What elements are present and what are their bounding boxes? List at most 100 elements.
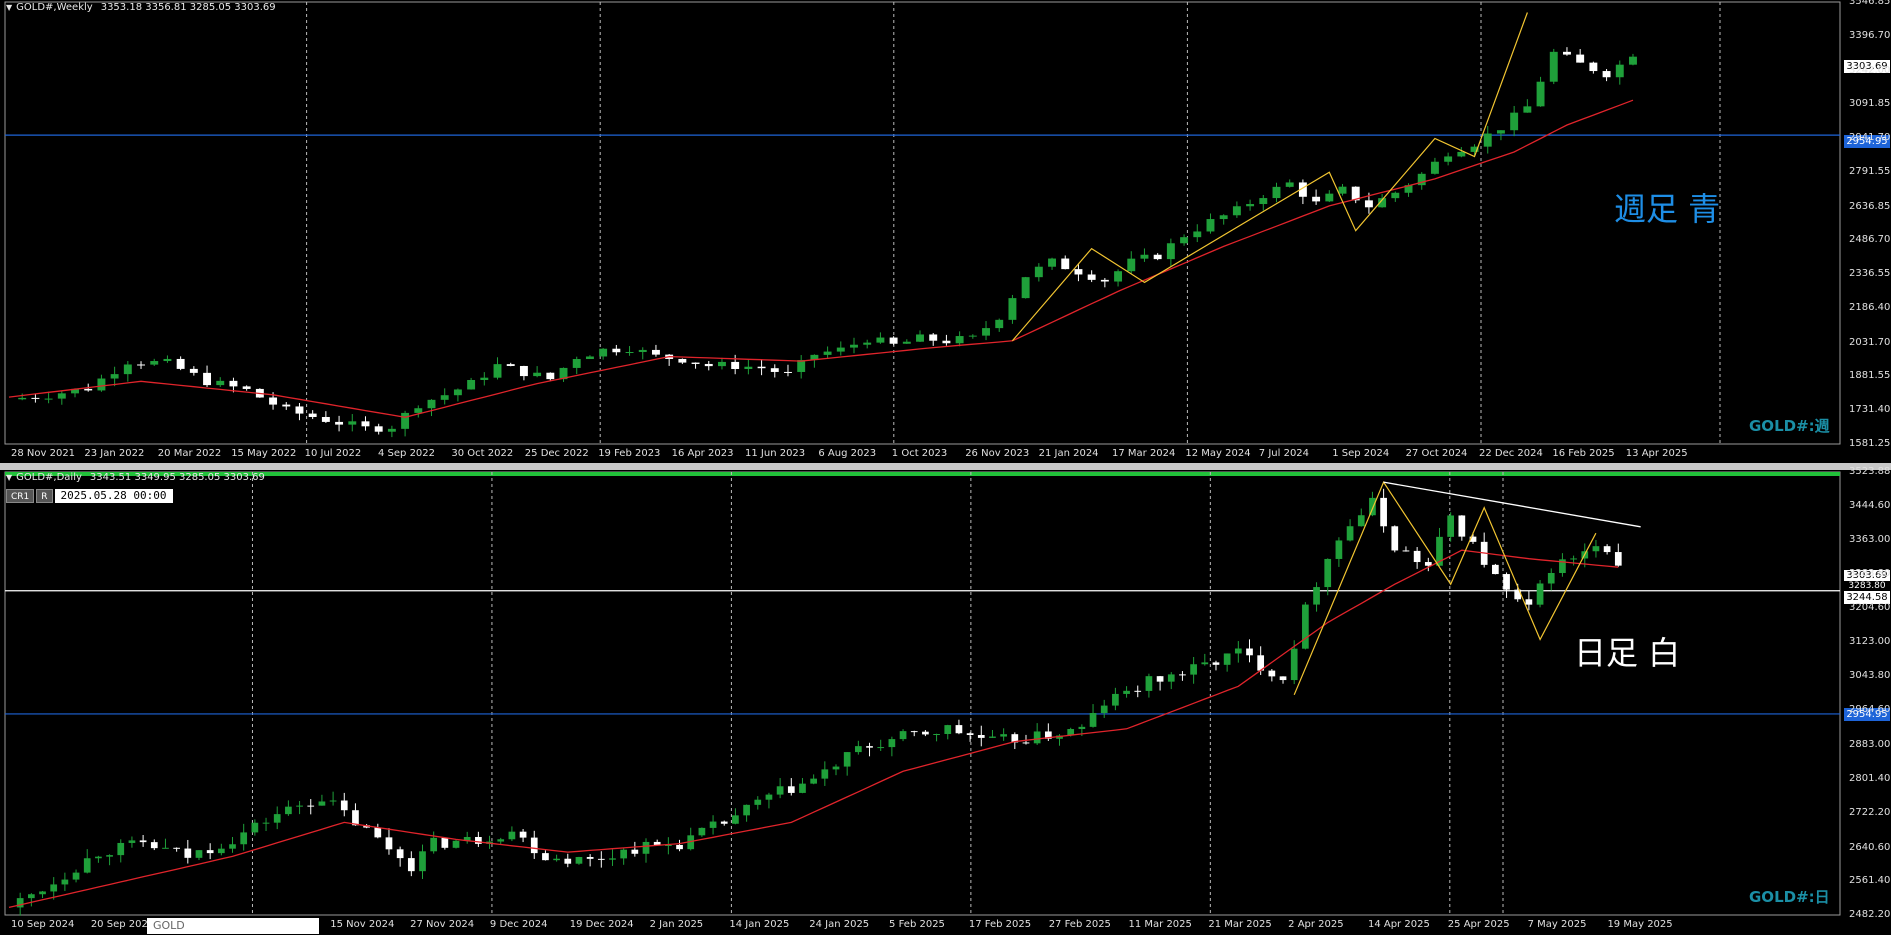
candle-body	[440, 395, 449, 400]
candle-body	[1140, 254, 1149, 259]
time-tick-label: 16 Apr 2023	[671, 448, 734, 459]
candle-body	[348, 421, 357, 425]
candle-body	[832, 766, 840, 770]
price-tick-label: 3283.80	[1849, 568, 1891, 580]
time-tick-label: 9 Dec 2024	[489, 919, 548, 930]
candle-body	[150, 361, 159, 365]
candle-body	[877, 747, 885, 749]
candle-body	[50, 884, 58, 892]
time-tick-label: 23 Jan 2022	[84, 448, 145, 459]
candle-body	[638, 349, 647, 353]
candle-body	[1000, 734, 1007, 737]
candle-body	[1402, 550, 1410, 552]
symbol-tab[interactable]: GOLD	[147, 918, 319, 934]
candle-body	[97, 378, 106, 391]
daily-chart-pane[interactable]: ▼ GOLD#,Daily 3343.51 3349.95 3285.05 3303…	[0, 466, 1891, 935]
price-tick-label: 2640.60	[1849, 841, 1891, 853]
candle-body	[321, 416, 330, 422]
time-tick-label: 24 Jan 2025	[809, 919, 870, 930]
time-tick-label: 1 Oct 2023	[891, 448, 948, 459]
time-tick-label: 17 Mar 2024	[1112, 448, 1176, 459]
datetime-field[interactable]: 2025.05.28 00:00	[54, 489, 173, 503]
candle-body	[374, 426, 383, 432]
weekly-chart-svg[interactable]	[0, 0, 1891, 463]
collapse-triangle-icon[interactable]: ▼	[6, 473, 12, 482]
candle-body	[776, 786, 784, 795]
time-tick-label: 21 Mar 2025	[1208, 919, 1272, 930]
time-tick-label: 7 May 2025	[1527, 919, 1587, 930]
candle-body	[1457, 151, 1466, 157]
daily-crosshair-controls: CR1 R 2025.05.28 00:00	[6, 489, 173, 503]
candle-body	[1123, 690, 1130, 694]
candle-body	[1206, 219, 1215, 232]
candle-body	[452, 840, 460, 848]
time-tick-label: 13 Apr 2025	[1625, 448, 1688, 459]
time-tick-label: 25 Dec 2022	[524, 448, 589, 459]
price-tick-label: 3396.70	[1849, 29, 1891, 41]
candle-body	[1576, 54, 1585, 63]
candle-body	[754, 799, 762, 805]
candle-body	[240, 832, 248, 845]
candle-body	[1268, 670, 1276, 677]
time-tick-label: 20 Sep 2024	[90, 919, 155, 930]
daily-chart-svg[interactable]	[0, 470, 1891, 935]
price-tick-label: 2722.20	[1849, 806, 1891, 818]
candle-body	[620, 849, 628, 859]
candle-body	[18, 397, 27, 400]
price-tick-label: 3242.00	[1849, 64, 1891, 76]
moving-average-line	[8, 99, 1634, 418]
candle-body	[44, 398, 53, 400]
candle-body	[1089, 713, 1097, 727]
price-tick-label: 3204.60	[1849, 601, 1891, 613]
time-tick-label: 10 Jul 2022	[304, 448, 362, 459]
candle-body	[1615, 64, 1624, 78]
candle-body	[1048, 258, 1057, 267]
price-tick-label: 3123.00	[1849, 636, 1891, 648]
candle-body	[242, 386, 251, 389]
candle-body	[1087, 274, 1096, 280]
candle-body	[823, 351, 832, 355]
candle-body	[863, 342, 872, 345]
candle-body	[519, 831, 527, 838]
daily-header: ▼ GOLD#,Daily 3343.51 3349.95 3285.05 3303…	[6, 472, 265, 483]
candle-body	[84, 388, 93, 391]
candle-body	[1503, 574, 1510, 590]
candle-body	[407, 858, 415, 872]
candle-body	[691, 362, 700, 364]
candle-body	[162, 847, 169, 849]
candle-body	[1022, 742, 1030, 744]
candle-body	[1380, 497, 1387, 527]
candle-body	[866, 746, 873, 748]
r-button[interactable]: R	[36, 489, 53, 503]
candle-body	[1357, 515, 1365, 527]
candle-body	[340, 800, 348, 811]
price-tick-label: 2941.70	[1849, 132, 1891, 144]
candle-body	[888, 739, 896, 748]
candle-body	[1629, 56, 1637, 65]
price-tick-label: 2801.40	[1849, 773, 1891, 785]
candle-body	[27, 894, 35, 899]
cr1-button[interactable]: CR1	[6, 489, 35, 503]
time-tick-label: 2 Apr 2025	[1288, 919, 1344, 930]
candle-body	[1562, 51, 1571, 55]
weekly-chart-pane[interactable]: ▼ GOLD#,Weekly 3353.18 3356.81 3285.05 330…	[0, 0, 1891, 463]
candle-body	[977, 735, 985, 738]
candle-body	[718, 361, 726, 367]
candle-body	[1153, 254, 1162, 260]
time-tick-label: 27 Oct 2024	[1405, 448, 1468, 459]
candle-body	[150, 842, 158, 849]
candle-body	[651, 349, 660, 355]
price-tick-label: 2561.40	[1849, 875, 1891, 887]
candle-body	[106, 855, 113, 857]
candle-body	[585, 356, 594, 360]
candle-body	[1313, 587, 1320, 605]
pane-separator[interactable]	[0, 463, 1891, 470]
candle-body	[329, 800, 337, 802]
time-tick-label: 26 Nov 2023	[965, 448, 1030, 459]
price-tick-label: 2186.40	[1849, 301, 1891, 313]
candle-body	[1302, 604, 1309, 649]
candle-body	[995, 319, 1004, 329]
collapse-triangle-icon[interactable]: ▼	[6, 3, 12, 12]
price-tick-label: 3523.88	[1849, 466, 1891, 477]
candle-body	[933, 734, 940, 736]
